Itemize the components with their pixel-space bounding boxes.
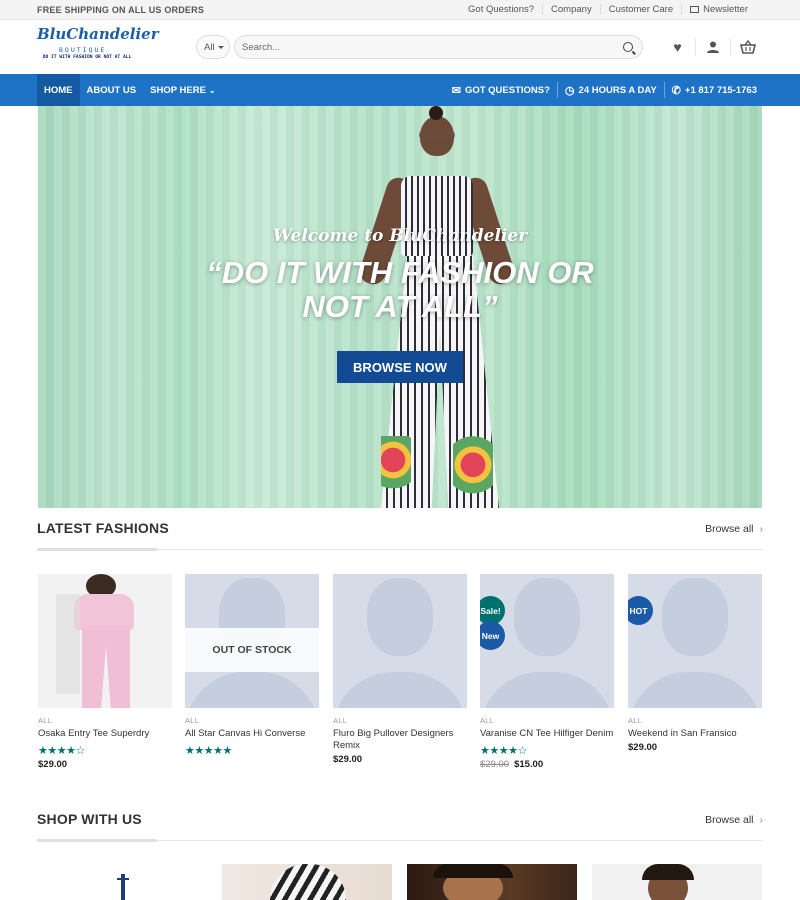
product-category[interactable]: ALL	[38, 716, 172, 725]
search-category-value: All	[204, 42, 215, 53]
product-price: $29.00	[628, 742, 658, 753]
envelope-icon: ✉	[451, 84, 461, 97]
product-price: $29.00 $15.00	[480, 759, 614, 770]
user-icon[interactable]	[695, 38, 730, 56]
free-shipping-text: FREE SHIPPING ON ALL US ORDERS	[37, 5, 205, 15]
logo-sub: BOUTIQUE	[59, 46, 107, 54]
top-bar: FREE SHIPPING ON ALL US ORDERS Got Quest…	[0, 0, 800, 20]
customer-care-link[interactable]: Customer Care	[599, 4, 681, 15]
logo-script: BluChandelier	[37, 25, 159, 43]
category-tile-image[interactable]	[222, 864, 392, 900]
logo[interactable]: BluChandelier BOUTIQUE DO IT WITH FASHIO…	[37, 25, 159, 70]
nav-about-us[interactable]: ABOUT US	[80, 74, 144, 106]
placeholder-silhouette	[333, 574, 467, 708]
heart-icon[interactable]: ♥	[660, 38, 695, 56]
chevron-right-icon: ›	[759, 814, 764, 826]
product-card[interactable]: OUT OF STOCK ALL All Star Canvas Hi Conv…	[185, 574, 319, 757]
top-links: Got Questions? Company Customer Care New…	[460, 4, 756, 15]
logo-tagline: DO IT WITH FASHION OR NOT AT ALL	[42, 55, 132, 60]
search-input[interactable]: Search...	[234, 35, 643, 59]
product-image[interactable]: Sale! New	[480, 574, 614, 708]
browse-all-label: Browse all	[705, 814, 754, 826]
nav-hours: ◷ 24 HOURS A DAY	[556, 82, 664, 98]
nav-got-questions-label: GOT QUESTIONS?	[464, 84, 550, 96]
clock-icon: ◷	[564, 84, 575, 97]
product-card[interactable]: ALL Fluro Big Pullover Designers Remix $…	[333, 574, 467, 765]
latest-fashions-heading: LATEST FASHIONS Browse all ›	[37, 510, 763, 551]
star-rating: ★★★★☆	[480, 745, 527, 757]
product-name[interactable]: Varanise CN Tee Hilfiger Denim	[480, 728, 614, 740]
section-underline	[37, 839, 157, 842]
nav-home[interactable]: HOME	[37, 74, 80, 106]
search-bar: All Search...	[196, 35, 643, 59]
product-name[interactable]: Fluro Big Pullover Designers Remix	[333, 728, 467, 752]
main-nav: HOME ABOUT US SHOP HERE ⌄ ✉ GOT QUESTIONS?…	[0, 74, 800, 106]
header: BluChandelier BOUTIQUE DO IT WITH FASHIO…	[0, 20, 800, 74]
category-tile-image[interactable]	[592, 864, 762, 900]
product-image[interactable]: OUT OF STOCK	[185, 574, 319, 708]
section-title: LATEST FASHIONS	[37, 520, 169, 536]
hero-banner: Welcome to BluChandelier “DO IT WITH FAS…	[38, 106, 762, 508]
product-price: $29.00	[333, 754, 363, 765]
browse-all-label: Browse all	[705, 523, 754, 535]
nav-hours-label: 24 HOURS A DAY	[578, 84, 657, 96]
placeholder-silhouette	[628, 574, 762, 708]
product-name[interactable]: Osaka Entry Tee Superdry	[38, 728, 172, 740]
product-card[interactable]: HOT ALL Weekend in San Fransico $29.00	[628, 574, 762, 753]
hero-welcome: Welcome to BluChandelier	[272, 226, 528, 246]
nav-shop-here-label: SHOP HERE	[150, 84, 206, 96]
chevron-down-icon: ⌄	[208, 85, 216, 95]
hero-quote: “DO IT WITH FASHION OR NOT AT ALL”	[206, 255, 594, 324]
product-name[interactable]: Weekend in San Fransico	[628, 728, 762, 740]
sale-price: $15.00	[514, 759, 544, 770]
product-card[interactable]: ALL Osaka Entry Tee Superdry ★★★★☆ $29.0…	[38, 574, 172, 770]
shop-with-us-heading: SHOP WITH US Browse all ›	[37, 801, 763, 842]
newsletter-label: Newsletter	[703, 4, 748, 15]
search-icon[interactable]	[623, 42, 633, 52]
product-image[interactable]	[38, 574, 172, 708]
product-category[interactable]: ALL	[628, 716, 762, 725]
product-category[interactable]: ALL	[333, 716, 467, 725]
product-name[interactable]: All Star Canvas Hi Converse	[185, 728, 319, 740]
star-rating: ★★★★★	[185, 745, 232, 757]
browse-all-link[interactable]: Browse all ›	[705, 523, 763, 535]
company-link[interactable]: Company	[542, 4, 600, 15]
out-of-stock-label: OUT OF STOCK	[185, 628, 319, 672]
chevron-right-icon: ›	[759, 523, 764, 535]
nav-phone-label: +1 817 715-1763	[684, 84, 757, 96]
nav-shop-here[interactable]: SHOP HERE ⌄	[143, 74, 223, 106]
section-underline	[37, 548, 157, 551]
chevron-down-icon	[218, 46, 224, 49]
category-tile-image[interactable]	[407, 864, 577, 900]
header-icons: ♥	[660, 35, 765, 59]
envelope-icon	[690, 6, 700, 13]
nav-phone[interactable]: ✆ +1 817 715-1763	[663, 82, 764, 98]
section-title: SHOP WITH US	[37, 811, 142, 827]
search-placeholder: Search...	[242, 42, 281, 53]
product-category[interactable]: ALL	[480, 716, 614, 725]
browse-now-button[interactable]: BROWSE NOW	[337, 351, 463, 383]
product-image[interactable]	[333, 574, 467, 708]
nav-got-questions[interactable]: ✉ GOT QUESTIONS?	[445, 82, 557, 98]
product-price: $29.00	[38, 759, 68, 770]
category-tile-image[interactable]	[38, 864, 208, 900]
search-category-select[interactable]: All	[196, 35, 230, 59]
product-card[interactable]: Sale! New ALL Varanise CN Tee Hilfiger D…	[480, 574, 614, 770]
old-price: $29.00	[480, 759, 510, 770]
star-rating: ★★★★☆	[38, 745, 85, 757]
got-questions-link[interactable]: Got Questions?	[460, 4, 542, 15]
phone-icon: ✆	[671, 84, 681, 97]
browse-all-link[interactable]: Browse all ›	[705, 814, 763, 826]
cart-icon[interactable]	[730, 38, 765, 56]
product-category[interactable]: ALL	[185, 716, 319, 725]
newsletter-link[interactable]: Newsletter	[681, 4, 756, 15]
product-image[interactable]: HOT	[628, 574, 762, 708]
